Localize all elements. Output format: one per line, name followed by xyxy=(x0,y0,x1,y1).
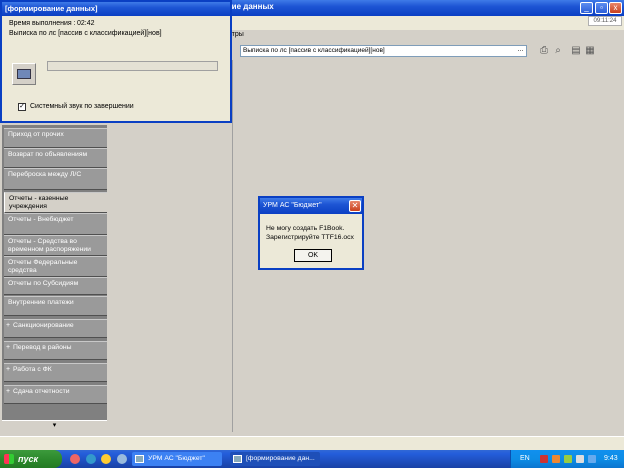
expand-icon[interactable]: + xyxy=(6,388,10,396)
progress-dialog: [формирование данных] Время выполнения :… xyxy=(0,0,232,123)
sidebar-item-label: Внутренние платежи xyxy=(8,299,74,306)
sidebar-item[interactable]: Возврат по объявлениям xyxy=(4,148,107,168)
close-icon[interactable]: ✕ xyxy=(349,200,361,212)
desktop-icon[interactable] xyxy=(117,454,127,464)
sidebar-item-label: Перевод в районы xyxy=(13,344,72,351)
system-tray: EN 9:43 xyxy=(510,450,624,468)
browser-icon[interactable] xyxy=(70,454,80,464)
error-dialog-title: УРМ АС "Бюджет" xyxy=(260,198,362,214)
main-window-title: ...ие данных xyxy=(225,2,274,11)
clock-display: 09:11:24 xyxy=(588,16,622,26)
sidebar-item-label: Переброска между Л/С xyxy=(8,171,82,178)
taskbar-item-label: [формирование дан... xyxy=(246,455,315,462)
close-button[interactable]: x xyxy=(609,2,622,14)
error-message-line-2: Зарегистрируйте TTF16.ocx xyxy=(266,234,354,241)
network-icon[interactable] xyxy=(564,455,572,463)
report-name: Выписка по лс [пассив с классификацией][… xyxy=(9,30,162,37)
ie-icon[interactable] xyxy=(86,454,96,464)
elapsed-time-value: 02:42 xyxy=(77,20,95,27)
sidebar-item-label: Отчеты - Средства во временном распоряже… xyxy=(8,238,91,253)
taskbar-item-active[interactable]: [формирование дан... xyxy=(230,452,320,466)
maximize-button[interactable]: ▫ xyxy=(595,2,608,14)
export-icon[interactable]: ▤ xyxy=(570,45,582,57)
language-indicator[interactable]: EN xyxy=(520,450,530,468)
taskbar-item[interactable]: УРМ АС "Бюджет" xyxy=(132,452,222,466)
sidebar-scroll-down[interactable]: ▾ xyxy=(2,420,107,432)
sidebar-group[interactable]: + Перевод в районы xyxy=(4,341,107,360)
sound-checkbox[interactable]: ✓ xyxy=(18,103,26,111)
windows-logo-icon xyxy=(4,454,14,464)
sidebar-item[interactable]: Отчеты Федеральные средства xyxy=(4,256,107,277)
sidebar-item[interactable]: Переброска между Л/С xyxy=(4,168,107,190)
error-dialog: УРМ АС "Бюджет" ✕ Не могу создать F1Book… xyxy=(258,196,364,270)
report-select-button[interactable]: ... xyxy=(515,46,526,56)
expand-icon[interactable]: + xyxy=(6,322,10,330)
sidebar-item-active[interactable]: Отчеты - казенные учреждения xyxy=(4,192,107,213)
preview-icon[interactable]: ⌕ xyxy=(552,45,564,57)
sidebar-item[interactable]: Внутренние платежи xyxy=(4,296,107,316)
expand-icon[interactable]: + xyxy=(6,344,10,352)
ok-button[interactable]: OK xyxy=(294,249,332,262)
start-label: пуск xyxy=(18,454,39,464)
error-message-line-1: Не могу создать F1Book. xyxy=(266,225,345,232)
update-icon[interactable] xyxy=(588,455,596,463)
taskbar-clock: 9:43 xyxy=(604,455,618,462)
sidebar-item-label: Отчеты Федеральные средства xyxy=(8,259,78,274)
media-icon[interactable] xyxy=(101,454,111,464)
start-button[interactable]: пуск xyxy=(0,450,62,468)
sidebar-item-label: Отчеты по Субсидиям xyxy=(8,280,79,287)
elapsed-time-label: Время выполнения : xyxy=(9,20,76,27)
app-icon xyxy=(233,455,242,463)
sidebar-item-label: Работа с ФК xyxy=(13,366,52,373)
sidebar-item[interactable]: Отчеты - Внебюджет xyxy=(4,213,107,235)
sidebar-item-label: Сдача отчетности xyxy=(13,388,70,395)
sidebar-item[interactable]: Приход от прочих xyxy=(4,128,107,148)
sidebar-item[interactable]: Отчеты - Средства во временном распоряже… xyxy=(4,235,107,256)
app-icon xyxy=(135,455,144,463)
sidebar-item-label: Санкционирование xyxy=(13,322,74,329)
sidebar-group[interactable]: + Работа с ФК xyxy=(4,363,107,382)
security-icon[interactable] xyxy=(552,455,560,463)
antivirus-icon[interactable] xyxy=(540,455,548,463)
expand-icon[interactable]: + xyxy=(6,366,10,374)
taskbar-item-label: УРМ АС "Бюджет" xyxy=(148,455,205,462)
sidebar-item-label: Возврат по объявлениям xyxy=(8,151,88,158)
progress-dialog-title: [формирование данных] xyxy=(2,2,230,16)
sound-checkbox-label[interactable]: Системный звук по завершении xyxy=(30,103,134,110)
settings-icon[interactable]: ▦ xyxy=(584,45,596,57)
taskbar: пуск УРМ АС "Бюджет" [формирование дан..… xyxy=(0,450,624,468)
status-bar xyxy=(0,436,624,450)
sidebar-group[interactable]: + Сдача отчетности xyxy=(4,385,107,404)
sidebar-group[interactable]: + Санкционирование xyxy=(4,319,107,338)
progress-bar xyxy=(47,61,218,71)
sidebar-item-label: Отчеты - Внебюджет xyxy=(8,216,74,223)
sidebar-item[interactable]: Отчеты по Субсидиям xyxy=(4,277,107,295)
minimize-button[interactable]: _ xyxy=(580,2,593,14)
sidebar-item-label: Отчеты - казенные учреждения xyxy=(9,195,69,210)
print-icon[interactable]: ⎙ xyxy=(538,45,550,57)
report-select[interactable]: Выписка по лс [пассив с классификацией][… xyxy=(240,45,527,57)
process-icon xyxy=(12,63,36,85)
sidebar-item-label: Приход от прочих xyxy=(8,131,64,138)
volume-icon[interactable] xyxy=(576,455,584,463)
